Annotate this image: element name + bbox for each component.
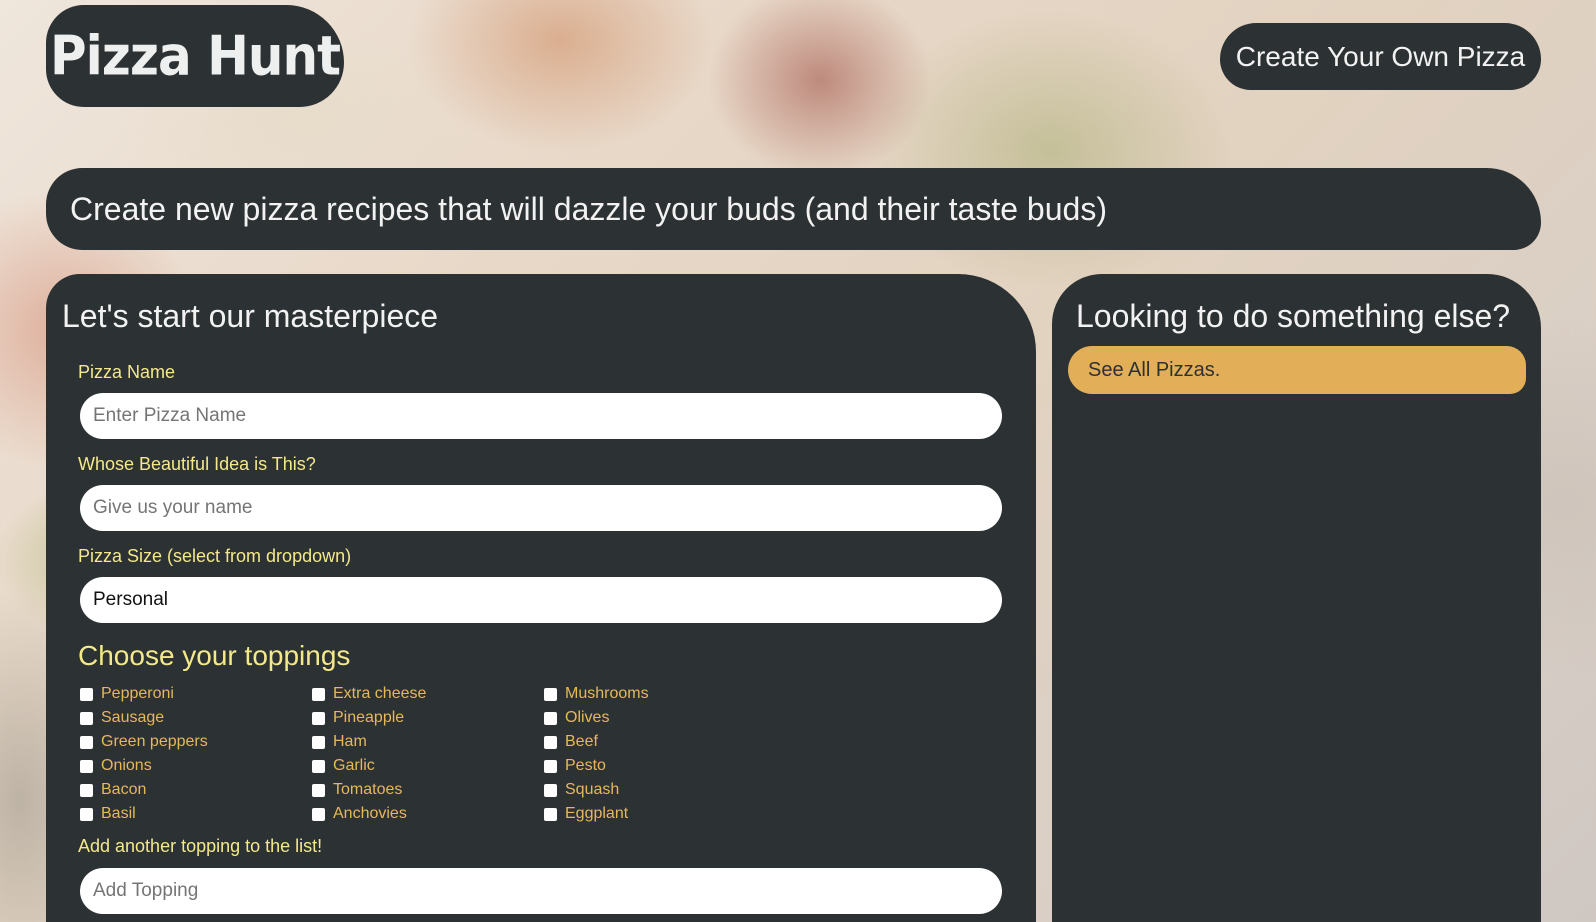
topping-label: Pepperoni (101, 685, 174, 702)
topping-label: Olives (565, 709, 610, 726)
create-pizza-nav-button[interactable]: Create Your Own Pizza (1220, 23, 1541, 90)
topping-option[interactable]: Onions (80, 756, 152, 776)
topping-option[interactable]: Beef (544, 732, 598, 752)
topping-checkbox[interactable] (80, 735, 93, 749)
topping-label: Bacon (101, 781, 147, 798)
topping-label: Onions (101, 757, 152, 774)
creator-label: Whose Beautiful Idea is This? (78, 454, 316, 474)
pizza-form-panel: Let's start our masterpiece Pizza Name W… (46, 274, 1036, 922)
topping-label: Ham (333, 733, 367, 750)
topping-label: Tomatoes (333, 781, 403, 798)
topping-checkbox[interactable] (312, 735, 325, 749)
topping-label: Mushrooms (565, 685, 649, 702)
topping-option[interactable]: Ham (312, 732, 367, 752)
pizza-name-input[interactable] (80, 393, 1002, 439)
topping-option[interactable]: Bacon (80, 780, 146, 800)
add-topping-label: Add another topping to the list! (78, 836, 323, 856)
topping-option[interactable]: Pineapple (312, 708, 404, 728)
topping-checkbox[interactable] (544, 735, 557, 749)
topping-checkbox[interactable] (80, 807, 93, 821)
topping-label: Eggplant (565, 805, 629, 822)
form-title: Let's start our masterpiece (62, 298, 439, 334)
topping-checkbox[interactable] (312, 783, 325, 797)
topping-checkbox[interactable] (312, 687, 325, 701)
topping-checkbox[interactable] (312, 711, 325, 725)
see-all-pizzas-label: See All Pizzas. (1088, 358, 1221, 381)
pizza-size-label: Pizza Size (select from dropdown) (78, 546, 352, 566)
topping-option[interactable]: Extra cheese (312, 684, 426, 704)
topping-label: Sausage (101, 709, 165, 726)
topping-option[interactable]: Tomatoes (312, 780, 402, 800)
topping-label: Beef (565, 733, 598, 750)
pizza-size-select[interactable]: Personal (80, 577, 1002, 623)
topping-option[interactable]: Garlic (312, 756, 375, 776)
topping-label: Extra cheese (333, 685, 427, 702)
pizza-size-value: Personal (93, 589, 168, 610)
topping-label: Pineapple (333, 709, 405, 726)
topping-label: Pesto (565, 757, 606, 774)
topping-label: Garlic (333, 757, 375, 774)
toppings-title: Choose your toppings (78, 640, 351, 671)
topping-option[interactable]: Eggplant (544, 804, 628, 824)
topping-checkbox[interactable] (544, 783, 557, 797)
sidebar-panel: Looking to do something else? See All Pi… (1052, 274, 1541, 922)
topping-checkbox[interactable] (544, 687, 557, 701)
logo-text: Pizza Hunt (49, 24, 341, 88)
topping-checkbox[interactable] (544, 711, 557, 725)
topping-checkbox[interactable] (80, 711, 93, 725)
topping-checkbox[interactable] (312, 807, 325, 821)
topping-label: Green peppers (101, 733, 208, 750)
topping-option[interactable]: Squash (544, 780, 619, 800)
creator-name-input[interactable] (80, 485, 1002, 531)
topping-option[interactable]: Mushrooms (544, 684, 649, 704)
topping-option[interactable]: Sausage (80, 708, 164, 728)
topping-checkbox[interactable] (80, 687, 93, 701)
add-topping-input[interactable] (80, 868, 1002, 914)
topping-label: Basil (101, 805, 136, 822)
sidebar-title: Looking to do something else? (1076, 298, 1511, 334)
topping-checkbox[interactable] (312, 759, 325, 773)
topping-option[interactable]: Pepperoni (80, 684, 174, 704)
pizza-name-label: Pizza Name (78, 362, 176, 382)
see-all-pizzas-button[interactable]: See All Pizzas. (1068, 346, 1526, 394)
topping-option[interactable]: Green peppers (80, 732, 208, 752)
topping-option[interactable]: Basil (80, 804, 136, 824)
topping-checkbox[interactable] (80, 783, 93, 797)
topping-option[interactable]: Anchovies (312, 804, 407, 824)
topping-checkbox[interactable] (544, 807, 557, 821)
topping-label: Squash (565, 781, 620, 798)
topping-option[interactable]: Pesto (544, 756, 606, 776)
topping-label: Anchovies (333, 805, 407, 822)
topping-option[interactable]: Olives (544, 708, 609, 728)
hero-text: Create new pizza recipes that will dazzl… (70, 190, 1107, 227)
hero-banner: Create new pizza recipes that will dazzl… (46, 168, 1541, 250)
logo[interactable]: Pizza Hunt (46, 5, 344, 107)
topping-checkbox[interactable] (544, 759, 557, 773)
topping-checkbox[interactable] (80, 759, 93, 773)
